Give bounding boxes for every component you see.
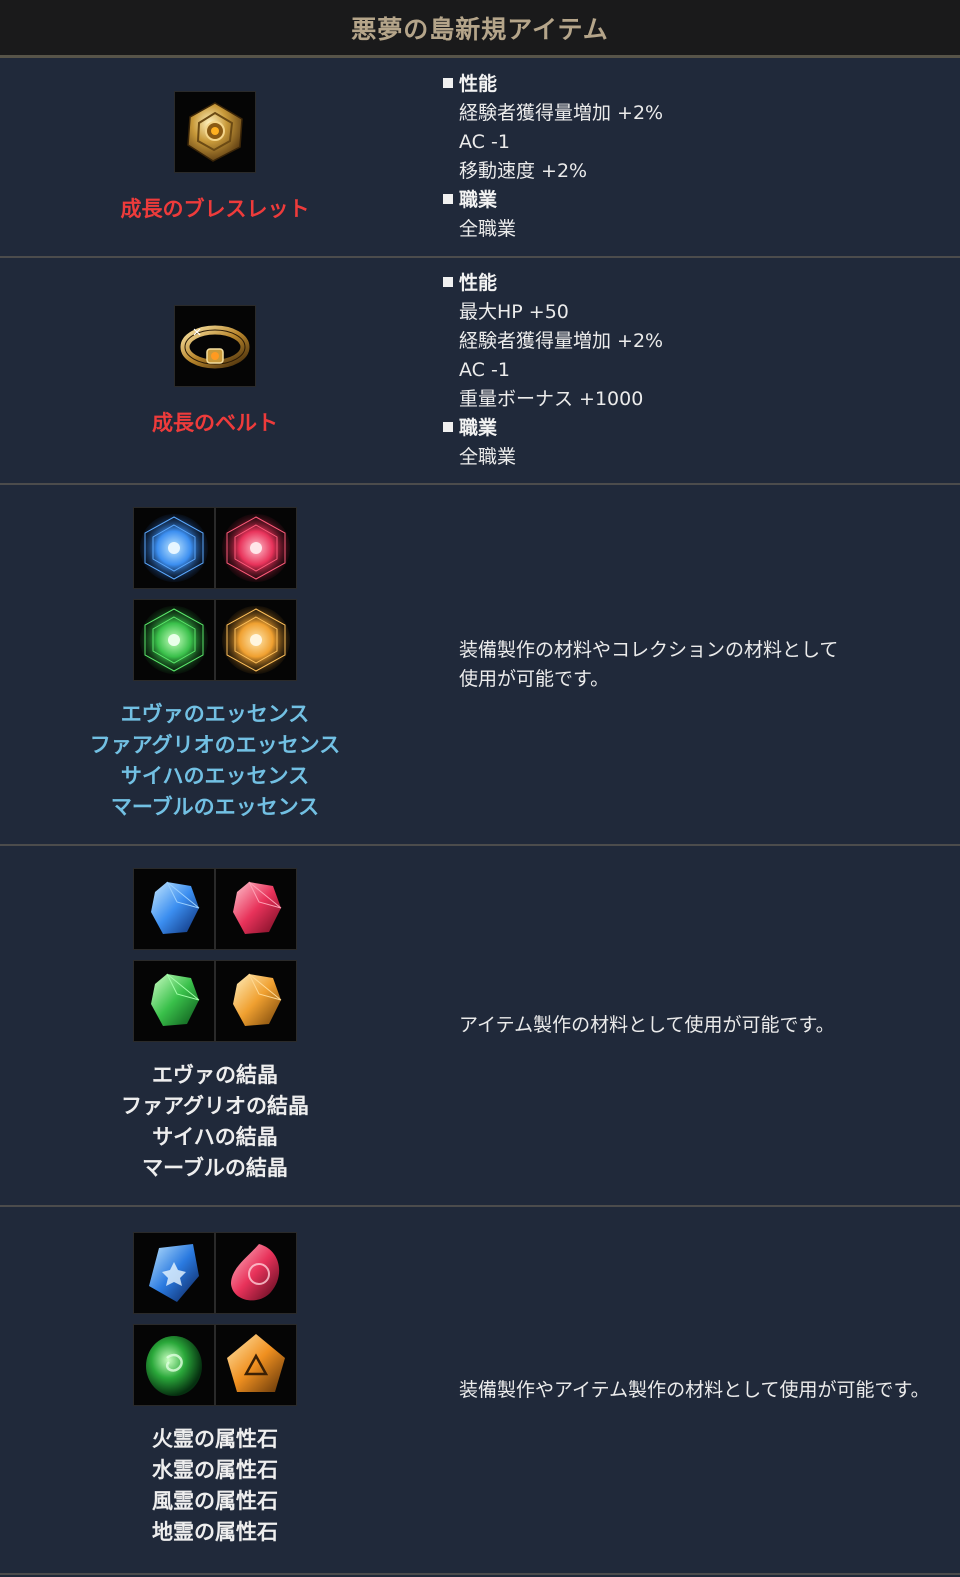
bullet-square-icon	[443, 277, 453, 287]
item-description: 使用が可能です。	[459, 667, 610, 690]
item-details: 性能 経験者獲得量増加 +2% AC -1 移動速度 +2% 職業 全職業	[443, 58, 960, 256]
item-name: マーブルのエッセンス	[110, 794, 320, 819]
item-name: ファアグリオの結晶	[121, 1093, 309, 1118]
blue-crystal-icon	[133, 867, 215, 950]
bracelet-icon	[174, 91, 256, 173]
item-visual: 火霊の属性石 水霊の属性石 風霊の属性石 地霊の属性石	[0, 1207, 430, 1573]
item-name: 地霊の属性石	[152, 1520, 278, 1544]
item-row-attribute-stones: 火霊の属性石 水霊の属性石 風霊の属性石 地霊の属性石 装備製作やアイテム製作の…	[0, 1207, 960, 1575]
orange-attribute-stone-icon	[215, 1324, 297, 1406]
item-name: 成長のベルト	[152, 410, 278, 435]
orange-essence-icon	[215, 598, 297, 681]
section-heading: 性能	[443, 269, 960, 298]
item-name-list: エヴァの結晶 ファアグリオの結晶 サイハの結晶 マーブルの結晶	[121, 1060, 309, 1184]
stat-line: 最大HP +50	[459, 301, 569, 323]
item-row-belt: 成長のベルト 性能 最大HP +50 経験者獲得量増加 +2% AC -1 重量…	[0, 258, 960, 485]
item-name: 火霊の属性石	[152, 1427, 278, 1451]
icon-grid	[133, 867, 297, 1042]
stat-line: AC -1	[459, 131, 510, 153]
item-details: 装備製作やアイテム製作の材料として使用が可能です。	[443, 1207, 960, 1573]
red-essence-icon	[215, 506, 297, 589]
green-attribute-stone-icon	[133, 1324, 215, 1406]
item-name: ファアグリオのエッセンス	[89, 732, 341, 757]
stat-line: 重量ボーナス +1000	[459, 388, 644, 410]
item-name: 風霊の属性石	[152, 1489, 278, 1513]
icon-grid	[133, 506, 297, 681]
stat-line: AC -1	[459, 359, 510, 381]
class-line: 全職業	[459, 218, 517, 240]
item-name: 水霊の属性石	[152, 1458, 278, 1482]
item-visual: 成長のベルト	[0, 258, 430, 483]
item-description: 装備製作の材料やコレクションの材料として	[459, 638, 839, 661]
item-name: 成長のブレスレット	[120, 197, 310, 221]
section-heading: 職業	[443, 414, 960, 443]
class-line: 全職業	[459, 446, 517, 468]
stat-line: 移動速度 +2%	[459, 160, 588, 182]
item-visual: 成長のブレスレット	[0, 58, 430, 256]
blue-essence-icon	[133, 506, 215, 589]
item-description: アイテム製作の材料として使用が可能です。	[459, 1014, 835, 1036]
item-details: 性能 最大HP +50 経験者獲得量増加 +2% AC -1 重量ボーナス +1…	[443, 258, 960, 483]
stat-line: 経験者獲得量増加 +2%	[459, 330, 664, 352]
icon-grid	[133, 1232, 297, 1406]
item-details: 装備製作の材料やコレクションの材料として 使用が可能です。	[443, 485, 960, 844]
item-name: マーブルの結晶	[142, 1155, 288, 1180]
green-crystal-icon	[133, 959, 215, 1042]
stat-line: 経験者獲得量増加 +2%	[459, 102, 664, 124]
item-row-essences: エヴァのエッセンス ファアグリオのエッセンス サイハのエッセンス マーブルのエッ…	[0, 485, 960, 846]
page-title: 悪夢の島新規アイテム	[351, 14, 609, 44]
bullet-square-icon	[443, 422, 453, 432]
bullet-square-icon	[443, 78, 453, 88]
section-heading: 職業	[443, 186, 960, 215]
item-row-bracelet: 成長のブレスレット 性能 経験者獲得量増加 +2% AC -1 移動速度 +2%…	[0, 58, 960, 258]
item-name: サイハの結晶	[152, 1124, 278, 1149]
blue-attribute-stone-icon	[133, 1232, 215, 1314]
section-heading: 性能	[443, 70, 960, 99]
item-name-list: 火霊の属性石 水霊の属性石 風霊の属性石 地霊の属性石	[152, 1424, 278, 1548]
bullet-square-icon	[443, 194, 453, 204]
belt-icon	[174, 304, 256, 387]
item-name-list: エヴァのエッセンス ファアグリオのエッセンス サイハのエッセンス マーブルのエッ…	[90, 699, 341, 823]
orange-crystal-icon	[215, 959, 297, 1042]
item-row-crystals: エヴァの結晶 ファアグリオの結晶 サイハの結晶 マーブルの結晶 アイテム製作の材…	[0, 846, 960, 1207]
red-crystal-icon	[215, 867, 297, 950]
green-essence-icon	[133, 598, 215, 681]
item-visual: エヴァの結晶 ファアグリオの結晶 サイハの結晶 マーブルの結晶	[0, 846, 430, 1205]
item-name: サイハのエッセンス	[120, 763, 310, 788]
item-visual: エヴァのエッセンス ファアグリオのエッセンス サイハのエッセンス マーブルのエッ…	[0, 485, 430, 844]
item-name: エヴァの結晶	[151, 1062, 278, 1087]
item-name: エヴァのエッセンス	[120, 701, 310, 726]
item-description: 装備製作やアイテム製作の材料として使用が可能です。	[459, 1378, 930, 1401]
page-header: 悪夢の島新規アイテム	[0, 0, 960, 58]
item-details: アイテム製作の材料として使用が可能です。	[443, 846, 960, 1205]
red-attribute-stone-icon	[215, 1232, 297, 1314]
